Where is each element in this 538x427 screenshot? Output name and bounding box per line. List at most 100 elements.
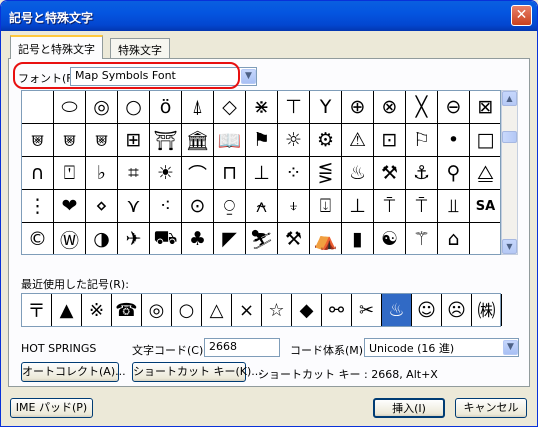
symbol-cell[interactable]: ◎ <box>86 91 118 124</box>
recent-symbol-cell[interactable]: ○ <box>172 294 202 326</box>
symbol-cell[interactable]: ⚒ <box>278 223 310 254</box>
symbol-cell[interactable]: ⁘ <box>278 157 310 190</box>
symbol-cell[interactable]: ⚚ <box>406 223 438 254</box>
symbol-cell[interactable]: □ <box>470 124 500 157</box>
symbol-cell[interactable]: ⋄ <box>86 190 118 223</box>
symbol-cell[interactable]: ⚙ <box>310 124 342 157</box>
symbol-cell[interactable]: ⊞ <box>118 124 150 157</box>
symbol-cell[interactable]: ⩐ <box>86 124 118 157</box>
scroll-up-icon[interactable]: ▲ <box>502 91 517 106</box>
symbol-cell[interactable]: ⍜ <box>214 190 246 223</box>
shortcut-key-button[interactable]: ショートカット キー(K)... <box>132 362 262 382</box>
tab-special-characters[interactable]: 特殊文字 <box>110 38 170 58</box>
symbol-cell[interactable]: ⧋ <box>470 157 500 190</box>
symbol-cell[interactable]: ◇ <box>214 91 246 124</box>
symbol-cell[interactable]: ♭ <box>86 157 118 190</box>
symbol-cell[interactable]: ⚠ <box>342 124 374 157</box>
symbol-cell[interactable]: 🏛 <box>182 124 214 157</box>
title-bar[interactable]: 記号と特殊文字 ✕ <box>1 1 537 31</box>
recent-symbol-cell[interactable]: △ <box>202 294 232 326</box>
symbol-cell[interactable] <box>22 91 54 124</box>
recent-symbol-cell[interactable]: × <box>232 294 262 326</box>
symbol-cell[interactable]: ⍗ <box>310 190 342 223</box>
scroll-thumb[interactable] <box>502 131 517 143</box>
recent-symbol-cell[interactable]: 〒 <box>22 294 52 326</box>
symbol-cell[interactable]: Ⓦ <box>54 223 86 254</box>
tab-symbols[interactable]: 記号と特殊文字 <box>10 35 103 59</box>
cancel-button[interactable]: キャンセル <box>455 398 527 418</box>
symbol-cell[interactable]: ☀ <box>150 157 182 190</box>
symbol-cell[interactable]: ⛟ <box>150 223 182 254</box>
symbol-cell[interactable]: ⊥ <box>342 190 374 223</box>
symbol-cell[interactable]: ⚒ <box>374 157 406 190</box>
symbol-cell[interactable]: ∩ <box>22 157 54 190</box>
recent-symbol-cell[interactable]: ▲ <box>52 294 82 326</box>
symbol-cell[interactable]: ⋎ <box>118 190 150 223</box>
symbol-cell[interactable]: ⊥ <box>246 157 278 190</box>
autocorrect-button[interactable]: オートコレクト(A)... <box>21 362 126 382</box>
symbol-cell[interactable]: ⊤ <box>278 91 310 124</box>
symbol-cell[interactable]: ⊡ <box>374 124 406 157</box>
scroll-down-icon[interactable]: ▼ <box>502 239 517 254</box>
symbol-grid-scrollbar[interactable]: ▲ ▼ <box>501 90 518 255</box>
symbol-cell[interactable]: ⛺ <box>310 223 342 254</box>
symbol-cell[interactable]: ⍖ <box>278 190 310 223</box>
ime-pad-button[interactable]: IME パッド(P) <box>10 398 93 418</box>
symbol-cell[interactable]: ⍑ <box>406 190 438 223</box>
symbol-cell[interactable]: ⛷ <box>246 223 278 254</box>
code-system-select[interactable]: Unicode (16 進) <box>364 338 519 357</box>
symbol-cell[interactable]: ⫫ <box>438 190 470 223</box>
recent-symbol-cell[interactable]: ✂ <box>352 294 382 326</box>
symbol-cell[interactable]: ⍞ <box>54 157 86 190</box>
symbol-cell[interactable]: ⊖ <box>438 91 470 124</box>
symbol-cell[interactable]: ⬭ <box>54 91 86 124</box>
symbol-cell[interactable]: ⍋ <box>182 91 214 124</box>
close-button[interactable]: ✕ <box>511 5 532 26</box>
insert-button[interactable]: 挿入(I) <box>373 398 445 418</box>
recent-symbol-cell[interactable]: ◎ <box>142 294 172 326</box>
symbol-cell[interactable]: ⊙ <box>182 190 214 223</box>
symbol-cell[interactable]: ⁖ <box>150 190 182 223</box>
symbol-cell[interactable]: ⋇ <box>246 91 278 124</box>
symbol-cell[interactable]: ♣ <box>182 223 214 254</box>
symbol-cell[interactable]: ⋚ <box>310 157 342 190</box>
font-dropdown-arrow-icon[interactable]: ▼ <box>241 69 256 84</box>
symbol-cell[interactable]: ⊗ <box>374 91 406 124</box>
symbol-cell[interactable]: 📖 <box>214 124 246 157</box>
symbol-cell[interactable]: ○ <box>118 91 150 124</box>
symbol-cell[interactable]: © <box>22 223 54 254</box>
symbol-cell[interactable]: ⌂ <box>438 223 470 254</box>
symbol-cell[interactable]: ⩐ <box>22 124 54 157</box>
symbol-grid[interactable]: ⬭ ◎ ○ ö ⍋ ◇ ⋇ ⊤ Y ⊕ ⊗ ╳ ⊖ ⊠ ⩐ ⩐ ⩐ ⊞ ⛩ 🏛 📖 ⚑ ☼ ⚙ ⚠ ⊡ ⚐ • □ ∩ ⍞ ♭ ⌗ ☀ ⌒ ⊓ ⊥ ⁘ ⋚ ♨… <box>21 90 501 255</box>
symbol-cell[interactable]: ⊕ <box>342 91 374 124</box>
symbol-cell[interactable]: ⚑ <box>246 124 278 157</box>
symbol-cell[interactable]: ☼ <box>278 124 310 157</box>
symbol-cell[interactable]: ö <box>150 91 182 124</box>
recent-symbol-cell[interactable]: ☹ <box>442 294 472 326</box>
symbol-cell[interactable]: • <box>438 124 470 157</box>
symbol-cell[interactable]: ⛩ <box>150 124 182 157</box>
recent-symbol-cell[interactable]: ♨ <box>382 294 412 326</box>
recent-symbol-cell[interactable]: ◆ <box>292 294 322 326</box>
symbol-cell[interactable]: ⊠ <box>470 91 500 124</box>
symbol-cell[interactable]: ⌒ <box>182 157 214 190</box>
symbol-cell[interactable]: ▮ <box>342 223 374 254</box>
symbol-cell[interactable]: SA <box>470 190 500 223</box>
symbol-cell[interactable]: ✈ <box>118 223 150 254</box>
recent-symbols-grid[interactable]: 〒 ▲ ※ ☎ ◎ ○ △ × ☆ ◆ ⚯ ✂ ♨ ☺ ☹ ㈱ <box>21 293 502 327</box>
symbol-cell[interactable]: ⋮ <box>22 190 54 223</box>
symbol-cell[interactable]: ♨ <box>342 157 374 190</box>
symbol-cell[interactable]: ⩐ <box>54 124 86 157</box>
symbol-cell[interactable]: Y <box>310 91 342 124</box>
symbol-cell[interactable]: ◑ <box>86 223 118 254</box>
character-code-input[interactable]: 2668 <box>204 338 280 357</box>
symbol-cell[interactable]: ⚓ <box>406 157 438 190</box>
symbol-cell[interactable]: ⍑ <box>374 190 406 223</box>
recent-symbol-cell[interactable]: ☆ <box>262 294 292 326</box>
symbol-cell[interactable]: ╳ <box>406 91 438 124</box>
recent-symbol-cell[interactable]: ☎ <box>112 294 142 326</box>
recent-symbol-cell[interactable]: ☺ <box>412 294 442 326</box>
code-system-dropdown-arrow-icon[interactable]: ▼ <box>503 340 518 355</box>
symbol-cell[interactable]: ⚲ <box>438 157 470 190</box>
symbol-cell[interactable]: ⚐ <box>406 124 438 157</box>
